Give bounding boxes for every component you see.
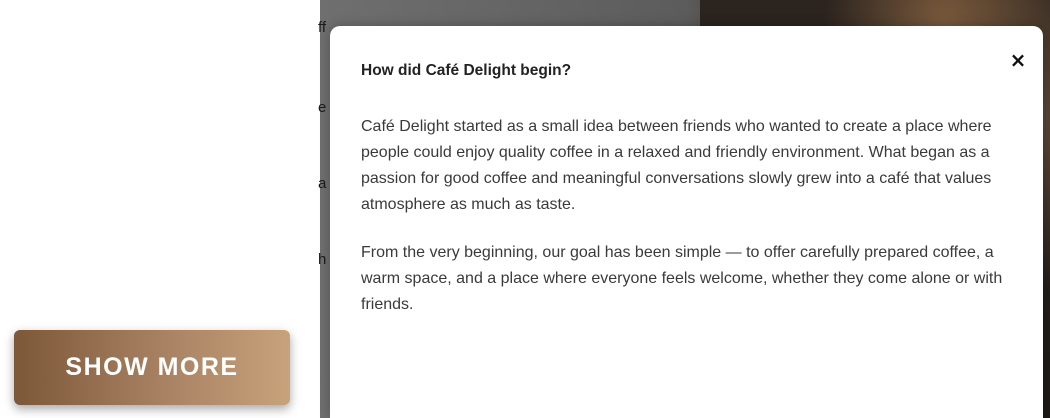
close-icon[interactable]: × bbox=[1006, 48, 1030, 72]
page: ff e a h SHOW MORE How did Café Delight … bbox=[0, 0, 1050, 418]
modal-title: How did Café Delight begin? bbox=[361, 62, 572, 79]
faq-modal: How did Café Delight begin? × Café Delig… bbox=[330, 26, 1043, 418]
modal-paragraph: Café Delight started as a small idea bet… bbox=[361, 118, 992, 213]
modal-body: Café Delight started as a small idea bet… bbox=[361, 114, 1021, 340]
show-more-button[interactable]: SHOW MORE bbox=[14, 330, 290, 405]
modal-paragraph: From the very beginning, our goal has be… bbox=[361, 244, 1003, 313]
